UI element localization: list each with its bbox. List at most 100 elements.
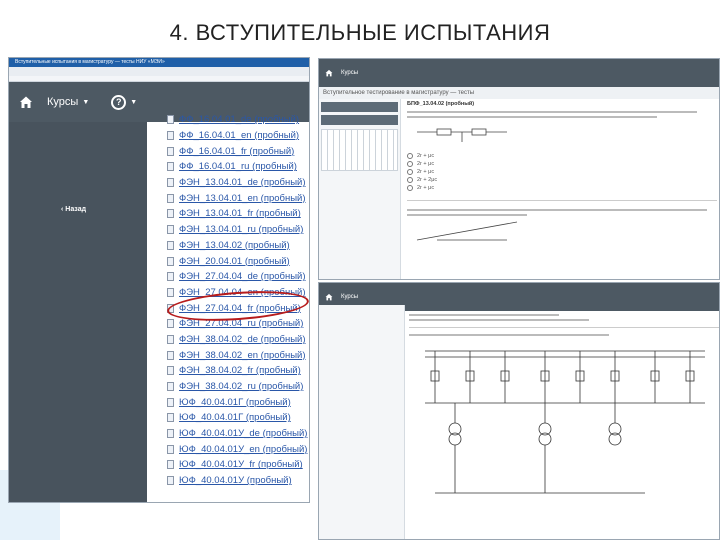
courses-menu[interactable]: Курсы: [47, 96, 78, 108]
document-icon: [167, 366, 174, 376]
course-link[interactable]: ФФ_16.04.01_ru (пробный): [179, 161, 297, 172]
course-link[interactable]: ЮФ_40.04.01У_en (пробный): [179, 444, 307, 455]
course-link[interactable]: ЮФ_40.04.01У (пробный): [179, 475, 292, 486]
document-icon: [167, 146, 174, 156]
radio-button[interactable]: [407, 161, 413, 167]
courses-menu[interactable]: Курсы: [341, 294, 358, 300]
course-link[interactable]: ФФ_16.04.01_de (пробный): [179, 114, 299, 125]
question-nav-sidebar: [319, 305, 405, 539]
chevron-down-icon: ▼: [82, 98, 90, 106]
course-link[interactable]: ФЭН_20.04.01 (пробный): [179, 256, 290, 267]
course-item[interactable]: ЮФ_40.04.01У (пробный): [167, 473, 307, 489]
course-item[interactable]: ФФ_16.04.01_ru (пробный): [167, 159, 307, 175]
course-link[interactable]: ФЭН_38.04.02_de (пробный): [179, 334, 306, 345]
course-item[interactable]: ФЭН_38.04.02_en (пробный): [167, 347, 307, 363]
document-icon: [167, 178, 174, 188]
answer-option[interactable]: 2r + μc: [407, 184, 717, 192]
slide-title: 4. ВСТУПИТЕЛЬНЫЕ ИСПЫТАНИЯ: [169, 20, 551, 45]
course-item[interactable]: ФЭН_13.04.01_de (пробный): [167, 175, 307, 191]
course-item[interactable]: ФЭН_13.04.01_en (пробный): [167, 190, 307, 206]
course-list-screenshot: Вступительные испытания в магистратуру —…: [8, 57, 310, 503]
answer-option[interactable]: 2r + μc: [407, 160, 717, 168]
electrical-schema: [425, 350, 705, 494]
course-item[interactable]: ФЭН_38.04.02_de (пробный): [167, 332, 307, 348]
document-icon: [167, 256, 174, 266]
answer-option-label: 2r + μc: [417, 161, 435, 167]
document-icon: [167, 444, 174, 454]
course-item[interactable]: ФЭН_13.04.01_fr (пробный): [167, 206, 307, 222]
question-grid[interactable]: [321, 129, 398, 171]
test-schema-screenshot: Курсы: [318, 282, 720, 540]
course-link[interactable]: ФЭН_38.04.02_fr (пробный): [179, 365, 301, 376]
home-icon[interactable]: [325, 293, 333, 301]
course-item[interactable]: ФФ_16.04.01_fr (пробный): [167, 143, 307, 159]
course-link[interactable]: ФЭН_13.04.01_en (пробный): [179, 193, 306, 204]
radio-button[interactable]: [407, 177, 413, 183]
course-item[interactable]: ФЭН_38.04.02_fr (пробный): [167, 363, 307, 379]
circuit-diagram: [417, 128, 507, 142]
course-link[interactable]: ФЭН_13.04.01_fr (пробный): [179, 208, 301, 219]
course-link[interactable]: ФЭН_13.04.01_de (пробный): [179, 177, 306, 188]
answer-option[interactable]: 2r + μc: [407, 152, 717, 160]
course-item[interactable]: ЮФ_40.04.01У_de (пробный): [167, 426, 307, 442]
home-icon[interactable]: [19, 95, 33, 109]
answer-option-label: 2r + 2μс: [417, 177, 438, 183]
answer-options: 2r + μc 2r + μc 2r + μc 2r + 2μс 2r + μc: [407, 152, 717, 192]
course-link[interactable]: ЮФ_40.04.01У_fr (пробный): [179, 459, 303, 470]
course-link[interactable]: ЮФ_40.04.01Г (пробный): [179, 397, 291, 408]
course-item[interactable]: ЮФ_40.04.01Г (пробный): [167, 394, 307, 410]
document-icon: [167, 382, 174, 392]
course-item[interactable]: ФФ_16.04.01_de (пробный): [167, 112, 307, 128]
radio-button[interactable]: [407, 153, 413, 159]
answer-option-label: 2r + μc: [417, 185, 435, 191]
course-item[interactable]: ФФ_16.04.01_en (пробный): [167, 128, 307, 144]
back-link[interactable]: ‹ Назад: [61, 206, 86, 213]
document-icon: [167, 272, 174, 282]
course-item[interactable]: ФЭН_13.04.02 (пробный): [167, 238, 307, 254]
document-icon: [167, 334, 174, 344]
course-link[interactable]: ФЭН_38.04.02_en (пробный): [179, 350, 306, 361]
course-item[interactable]: ФЭН_20.04.01 (пробный): [167, 253, 307, 269]
course-link[interactable]: ЮФ_40.04.01У_de (пробный): [179, 428, 307, 439]
course-item[interactable]: ЮФ_40.04.01У_fr (пробный): [167, 457, 307, 473]
answer-option[interactable]: 2r + 2μс: [407, 176, 717, 184]
course-link[interactable]: ФФ_16.04.01_fr (пробный): [179, 146, 294, 157]
course-link[interactable]: ФЭН_27.04.04_de (пробный): [179, 271, 306, 282]
sidebar: ‹ Назад: [9, 122, 147, 502]
question-text-placeholder: [407, 111, 717, 118]
question-nav-sidebar: [319, 99, 401, 279]
radio-button[interactable]: [407, 169, 413, 175]
course-link[interactable]: ФЭН_38.04.02_ru (пробный): [179, 381, 303, 392]
test-question-screenshot: Курсы Вступительное тестирование в магис…: [318, 58, 720, 280]
answer-option[interactable]: 2r + μc: [407, 168, 717, 176]
help-icon[interactable]: ?: [111, 94, 127, 110]
document-icon: [167, 350, 174, 360]
document-icon: [167, 162, 174, 172]
course-item[interactable]: ЮФ_40.04.01Г (пробный): [167, 410, 307, 426]
question-title: БПФ_13.04.02 (пробный): [407, 101, 475, 107]
sidebar-block: [321, 115, 398, 125]
radio-button[interactable]: [407, 185, 413, 191]
question-text-placeholder: [407, 209, 717, 216]
course-item[interactable]: ФЭН_38.04.02_ru (пробный): [167, 379, 307, 395]
course-link[interactable]: ФФ_16.04.01_en (пробный): [179, 130, 299, 141]
home-icon[interactable]: [325, 69, 333, 77]
document-icon: [167, 225, 174, 235]
course-link[interactable]: ФЭН_13.04.01_ru (пробный): [179, 224, 303, 235]
document-icon: [167, 209, 174, 219]
document-icon: [167, 413, 174, 423]
browser-title-bar: Вступительные испытания в магистратуру —…: [9, 58, 309, 67]
courses-menu[interactable]: Курсы: [341, 70, 358, 76]
course-item[interactable]: ЮФ_40.04.01У_en (пробный): [167, 441, 307, 457]
course-item[interactable]: ФЭН_27.04.04_de (пробный): [167, 269, 307, 285]
course-link[interactable]: ФЭН_13.04.02 (пробный): [179, 240, 290, 251]
document-icon: [167, 240, 174, 250]
document-icon: [167, 429, 174, 439]
breadcrumb: Вступительное тестирование в магистратур…: [319, 87, 719, 99]
course-item[interactable]: ФЭН_13.04.01_ru (пробный): [167, 222, 307, 238]
document-icon: [167, 193, 174, 203]
address-bar[interactable]: [9, 67, 309, 76]
answer-option-label: 2r + μc: [417, 153, 435, 159]
course-link[interactable]: ЮФ_40.04.01Г (пробный): [179, 412, 291, 423]
vector-diagram: [416, 221, 518, 241]
